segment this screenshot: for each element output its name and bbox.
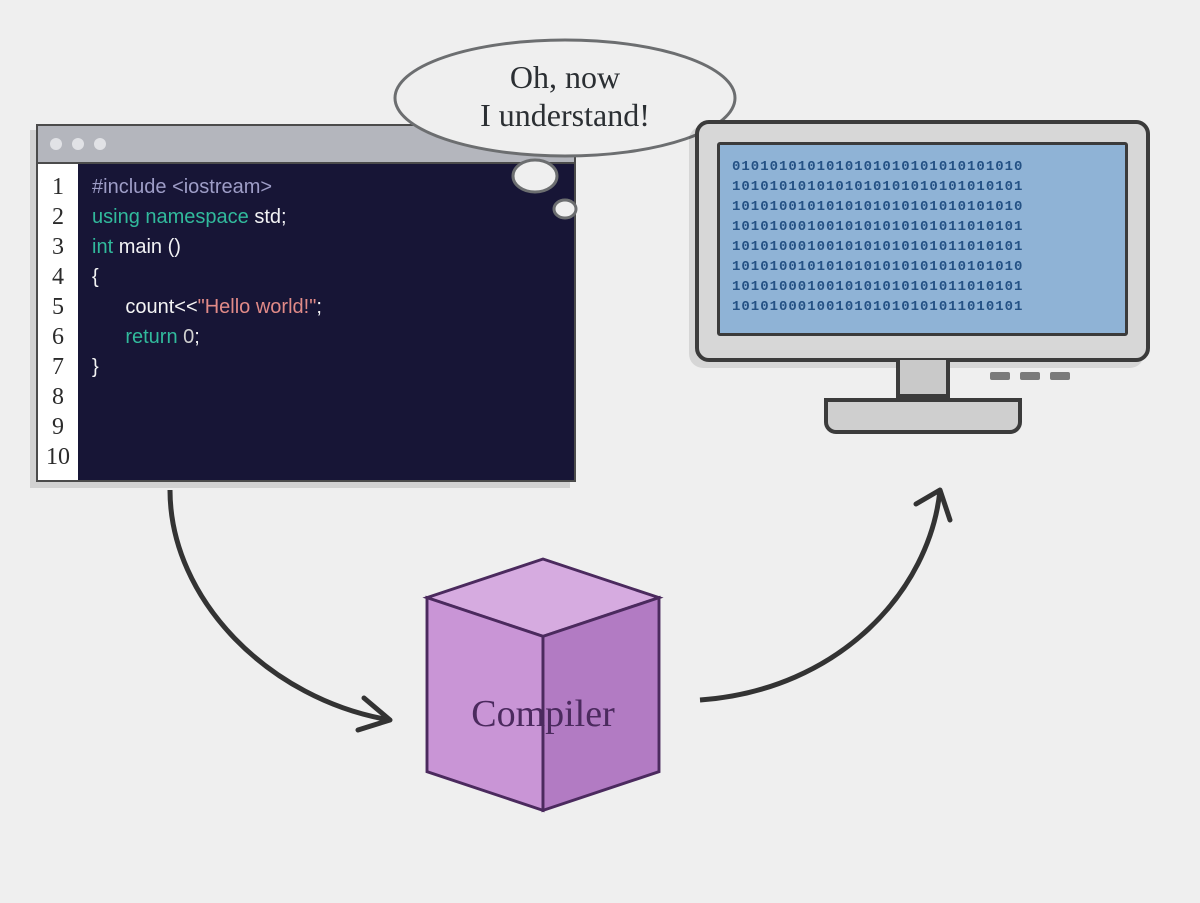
cube-icon [403,530,683,820]
traffic-light-icon [50,138,62,150]
compiler-box: Compiler [403,530,683,820]
monitor-screen: 0101010101010101010101010101010101010101… [717,142,1128,336]
monitor-stand-base [824,398,1022,434]
compiler-label: Compiler [403,695,683,733]
arrow-compiler-to-computer-icon [680,470,980,730]
traffic-light-icon [94,138,106,150]
line-number-gutter: 12345678910 [38,164,78,480]
monitor-buttons [990,372,1110,382]
monitor-stand-neck [896,360,950,398]
arrow-source-to-compiler-icon [150,480,430,760]
bubble-line-2: I understand! [480,97,650,133]
monitor-bezel: 0101010101010101010101010101010101010101… [695,120,1150,362]
computer-monitor: 0101010101010101010101010101010101010101… [695,120,1150,434]
bubble-line-1: Oh, now [510,59,620,95]
traffic-light-icon [72,138,84,150]
diagram-stage: 12345678910 #include <iostream> using na… [0,0,1200,903]
